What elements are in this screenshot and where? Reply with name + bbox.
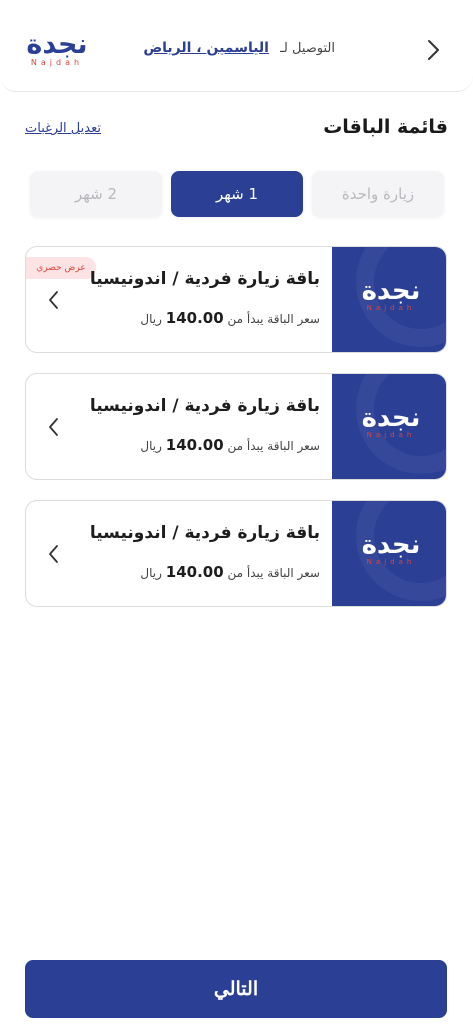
package-thumbnail: نجدة Najdah [332,501,446,606]
tab-1-month[interactable]: 1 شهر [171,171,303,217]
package-thumbnail: نجدة Najdah [332,247,446,352]
chevron-right-icon[interactable] [423,38,443,62]
price-currency: ريال [140,439,162,453]
price-value: 140.00 [165,563,224,581]
thumb-logo-arabic: نجدة [361,403,422,433]
package-card[interactable]: نجدة Najdah باقة زيارة فردية / اندونيسيا… [25,500,447,607]
logo-english: Najdah [30,58,84,67]
logo-arabic: نجدة [26,29,88,60]
thumb-logo-arabic: نجدة [361,530,422,560]
price-prefix: سعر الباقة يبدأ من [227,439,320,453]
package-card[interactable]: نجدة Najdah عرض حصري باقة زيارة فردية / … [25,246,447,353]
tab-2-months[interactable]: 2 شهر [30,171,162,217]
package-title: باقة زيارة فردية / اندونيسيا [89,396,320,416]
package-price: سعر الباقة يبدأ من 140.00 ريال [140,563,320,581]
price-currency: ريال [140,312,162,326]
price-value: 140.00 [165,436,224,454]
najdah-logo: نجدة Najdah [22,30,92,74]
duration-tabs: زيارة واحدة 1 شهر 2 شهر [30,171,444,217]
delivery-label: التوصيل لـ [280,41,335,56]
delivery-location[interactable]: التوصيل لـ الياسمين ، الرياض [143,37,335,56]
package-title: باقة زيارة فردية / اندونيسيا [89,269,320,289]
delivery-location-link[interactable]: الياسمين ، الرياض [143,40,269,56]
chevron-left-icon[interactable] [46,543,62,565]
chevron-left-icon[interactable] [46,289,62,311]
package-thumbnail: نجدة Najdah [332,374,446,479]
chevron-left-icon[interactable] [46,416,62,438]
exclusive-offer-badge: عرض حصري [26,257,96,279]
price-currency: ريال [140,566,162,580]
tab-single-visit[interactable]: زيارة واحدة [312,171,444,217]
price-prefix: سعر الباقة يبدأ من [227,312,320,326]
edit-preferences-link[interactable]: تعديل الرغبات [25,121,101,136]
price-prefix: سعر الباقة يبدأ من [227,566,320,580]
package-title: باقة زيارة فردية / اندونيسيا [89,523,320,543]
page-title: قائمة الباقات [323,116,448,138]
header: نجدة Najdah التوصيل لـ الياسمين ، الرياض [0,0,473,92]
package-card[interactable]: نجدة Najdah باقة زيارة فردية / اندونيسيا… [25,373,447,480]
thumb-logo-arabic: نجدة [361,276,422,306]
price-value: 140.00 [165,309,224,327]
package-price: سعر الباقة يبدأ من 140.00 ريال [140,309,320,327]
package-price: سعر الباقة يبدأ من 140.00 ريال [140,436,320,454]
next-button[interactable]: التالي [25,960,447,1018]
